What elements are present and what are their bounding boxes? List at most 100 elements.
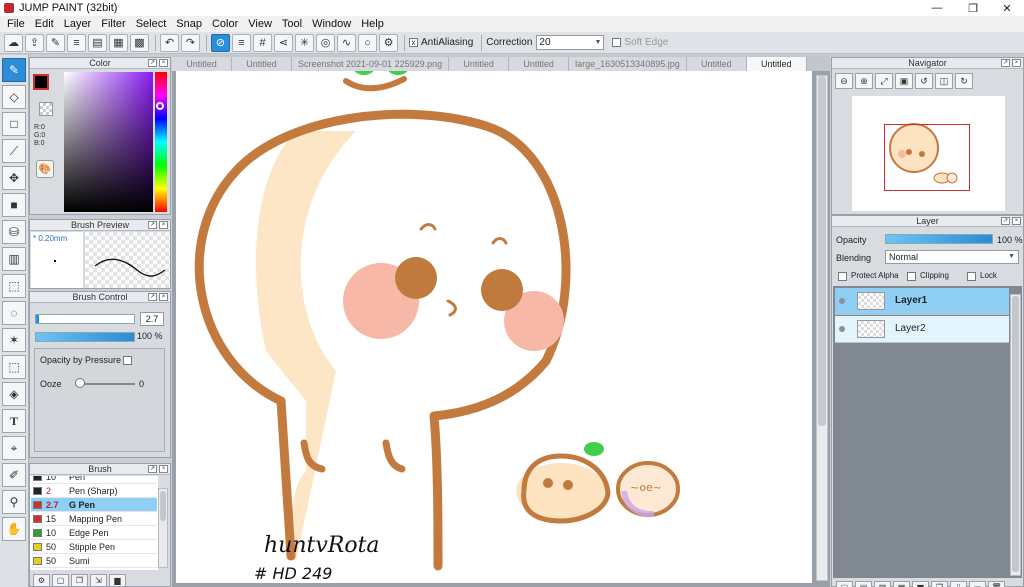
tab-untitled-3[interactable]: Untitled [449, 57, 510, 71]
rectangle-tool-icon[interactable]: □ [2, 112, 26, 136]
menu-snap[interactable]: Snap [171, 18, 207, 30]
snap-settings-icon[interactable]: ⚙ [379, 33, 398, 52]
reset-view-icon[interactable]: ◫ [935, 73, 953, 89]
cloud-icon[interactable]: ☁ [4, 33, 23, 52]
fit-window-icon[interactable]: ⤢ [875, 73, 893, 89]
grid-snap-icon[interactable]: # [253, 33, 272, 52]
visibility-eye-icon[interactable] [839, 326, 845, 332]
comment-icon[interactable]: ✎ [46, 33, 65, 52]
soft-edge-checkbox[interactable] [612, 38, 622, 47]
text-tool-icon[interactable]: T [2, 409, 26, 433]
brush-new-icon[interactable]: ▢ [52, 574, 69, 587]
ellipse-snap-icon[interactable]: ○ [358, 33, 377, 52]
page-icon[interactable]: ▤ [88, 33, 107, 52]
parallel-snap-icon[interactable]: ≡ [232, 33, 251, 52]
panel-float-icon[interactable]: ↗ [148, 465, 157, 473]
brush-item-pen[interactable]: 10 Pen [31, 476, 157, 484]
magic-wand-tool-icon[interactable]: ✶ [2, 328, 26, 352]
menu-file[interactable]: File [2, 18, 30, 30]
brush-size-slider[interactable] [35, 314, 135, 324]
brush-item-edge-pen[interactable]: 10 Edge Pen [31, 526, 157, 540]
brush-item-g-pen[interactable]: 2.7 G Pen [31, 498, 157, 512]
brush-item-stipple-pen[interactable]: 50 Stipple Pen [31, 540, 157, 554]
tab-untitled-2[interactable]: Untitled [232, 57, 292, 71]
select-rect-tool-icon[interactable]: ⬚ [2, 274, 26, 298]
menu-filter[interactable]: Filter [96, 18, 130, 30]
menu-tool[interactable]: Tool [277, 18, 307, 30]
lock-checkbox[interactable] [967, 272, 976, 281]
navigator-viewport-frame[interactable] [884, 124, 970, 191]
panel-close-icon[interactable]: × [159, 221, 168, 229]
gradient-tool-icon[interactable]: ▥ [2, 247, 26, 271]
export-icon[interactable]: ⇪ [25, 33, 44, 52]
new-layer-icon[interactable]: ▢ [836, 581, 853, 587]
zoom-in-icon[interactable]: ⊕ [855, 73, 873, 89]
perspective-snap-icon[interactable]: ⋖ [274, 33, 293, 52]
circle-snap-icon[interactable]: ◎ [316, 33, 335, 52]
menu-window[interactable]: Window [307, 18, 356, 30]
menu-select[interactable]: Select [131, 18, 172, 30]
brush-item-pen-sharp[interactable]: 2 Pen (Sharp) [31, 484, 157, 498]
tab-large-jpg[interactable]: large_1630513340895.jpg [569, 57, 687, 71]
delete-layer-icon[interactable]: 🗑 [988, 581, 1005, 587]
lasso-tool-icon[interactable]: ◌ [2, 301, 26, 325]
pen-tool-icon[interactable]: ✎ [2, 58, 26, 82]
palette-icon[interactable]: 🎨 [36, 160, 54, 178]
panel-close-icon[interactable]: × [159, 293, 168, 301]
undo-icon[interactable]: ↶ [160, 33, 179, 52]
panel-float-icon[interactable]: ↗ [148, 221, 157, 229]
panel-close-icon[interactable]: × [1012, 59, 1021, 67]
rotate-left-icon[interactable]: ↺ [915, 73, 933, 89]
maximize-button[interactable]: ❐ [956, 0, 990, 16]
tab-untitled-active[interactable]: Untitled [746, 57, 807, 71]
menu-color[interactable]: Color [207, 18, 243, 30]
new-layer-8bit-icon[interactable]: ▤ [855, 581, 872, 587]
hue-slider[interactable] [155, 72, 167, 212]
tab-untitled-1[interactable]: Untitled [172, 57, 232, 71]
panel-float-icon[interactable]: ↗ [148, 293, 157, 301]
snap-off-icon[interactable]: ⊘ [211, 33, 230, 52]
panel-float-icon[interactable]: ↗ [148, 59, 157, 67]
ooze-slider-handle[interactable] [75, 378, 85, 388]
eyedropper-tool-icon[interactable]: ⚲ [2, 490, 26, 514]
brush-size-value[interactable]: 2.7 [140, 312, 164, 326]
layer-opacity-slider[interactable] [885, 234, 993, 244]
redo-icon[interactable]: ↷ [181, 33, 200, 52]
duplicate-layer-icon[interactable]: ❐ [931, 581, 948, 587]
background-color-swatch[interactable] [39, 102, 53, 116]
brush-opacity-slider[interactable] [35, 332, 135, 342]
canvas-scroll-thumb[interactable] [818, 76, 826, 426]
brush-list-scroll-thumb[interactable] [160, 491, 166, 521]
menu-edit[interactable]: Edit [30, 18, 59, 30]
list-icon[interactable]: ≡ [67, 33, 86, 52]
bucket-tool-icon[interactable]: ⛁ [2, 220, 26, 244]
layer-list-scroll-thumb[interactable] [1012, 296, 1019, 572]
merge-down-icon[interactable]: ⇩ [950, 581, 967, 587]
layer-list-scrollbar[interactable] [1010, 294, 1021, 576]
panel-close-icon[interactable]: × [159, 59, 168, 67]
fill-rect-tool-icon[interactable]: ■ [2, 193, 26, 217]
select-pen-tool-icon[interactable]: ⬚ [2, 355, 26, 379]
curve-snap-icon[interactable]: ∿ [337, 33, 356, 52]
saturation-value-picker[interactable] [64, 72, 153, 212]
move-tool-icon[interactable]: ✥ [2, 166, 26, 190]
new-folder-icon[interactable]: ▆ [912, 581, 929, 587]
brush-item-mapping-pen[interactable]: 15 Mapping Pen [31, 512, 157, 526]
correction-select[interactable]: 20 ▼ [536, 35, 605, 50]
minimize-button[interactable]: — [920, 0, 954, 16]
menu-view[interactable]: View [243, 18, 277, 30]
eraser-tool-icon[interactable]: ◇ [2, 85, 26, 109]
hue-slider-handle[interactable] [156, 102, 164, 110]
brush-copy-icon[interactable]: ❐ [71, 574, 88, 587]
close-button[interactable]: ✕ [990, 0, 1024, 16]
antialiasing-checkbox[interactable]: x [409, 38, 418, 47]
tiles-icon[interactable]: ▩ [130, 33, 149, 52]
blending-select[interactable]: Normal ▼ [885, 250, 1019, 264]
drawing-canvas[interactable]: ~oe~ huntvRota # HD 249 [176, 71, 812, 583]
layer-row-layer2[interactable]: Layer2 [835, 316, 1009, 343]
menu-help[interactable]: Help [356, 18, 389, 30]
canvas-vertical-scrollbar[interactable] [816, 75, 828, 581]
rotate-right-icon[interactable]: ↻ [955, 73, 973, 89]
hand-tool-icon[interactable]: ✋ [2, 517, 26, 541]
tab-untitled-4[interactable]: Untitled [509, 57, 570, 71]
